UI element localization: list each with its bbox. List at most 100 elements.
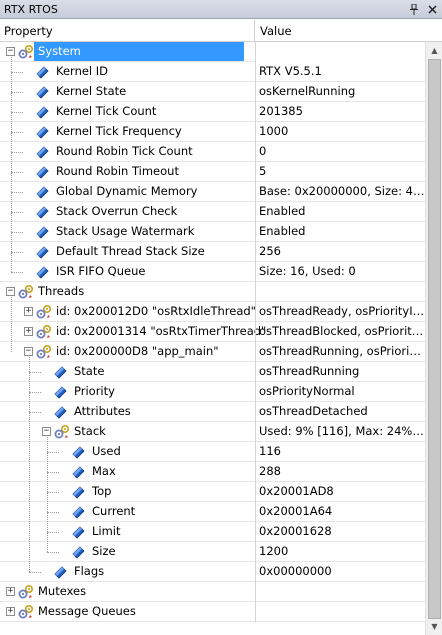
tree-row[interactable]: Limit 0x20001628 bbox=[0, 522, 425, 542]
value-cell[interactable]: 288 bbox=[255, 462, 425, 482]
property-cell[interactable]: − Threads bbox=[0, 282, 255, 302]
tree-row[interactable]: Used 116 bbox=[0, 442, 425, 462]
tree-row[interactable]: Max 288 bbox=[0, 462, 425, 482]
value-cell[interactable]: Enabled bbox=[255, 202, 425, 222]
property-cell[interactable]: Global Dynamic Memory bbox=[0, 182, 255, 202]
property-cell[interactable]: + Mutexes bbox=[0, 582, 255, 602]
property-cell[interactable]: Round Robin Timeout bbox=[0, 162, 255, 182]
property-cell[interactable]: Round Robin Tick Count bbox=[0, 142, 255, 162]
tree-row[interactable]: Top 0x20001AD8 bbox=[0, 482, 425, 502]
value-cell[interactable]: 0x20001AD8 bbox=[255, 482, 425, 502]
tree-row[interactable]: Kernel Tick Frequency 1000 bbox=[0, 122, 425, 142]
expand-icon[interactable]: + bbox=[6, 587, 15, 596]
property-cell[interactable]: Current bbox=[0, 502, 255, 522]
collapse-icon[interactable]: − bbox=[24, 347, 33, 356]
property-cell[interactable]: State bbox=[0, 362, 255, 382]
value-cell[interactable] bbox=[255, 602, 425, 622]
value-cell[interactable]: Base: 0x20000000, Size: 4096, ... bbox=[255, 182, 425, 202]
collapse-icon[interactable]: − bbox=[6, 287, 15, 296]
property-cell[interactable]: Default Thread Stack Size bbox=[0, 242, 255, 262]
property-cell[interactable]: Kernel Tick Frequency bbox=[0, 122, 255, 142]
property-cell[interactable]: Kernel Tick Count bbox=[0, 102, 255, 122]
tree-group-row[interactable]: + Message Queues bbox=[0, 602, 425, 622]
value-cell[interactable]: 116 bbox=[255, 442, 425, 462]
value-cell[interactable]: 0x20001A64 bbox=[255, 502, 425, 522]
property-cell[interactable]: Priority bbox=[0, 382, 255, 402]
tree-row[interactable]: Round Robin Timeout 5 bbox=[0, 162, 425, 182]
value-cell[interactable]: Size: 16, Used: 0 bbox=[255, 262, 425, 282]
vertical-scrollbar[interactable]: ▲ ▼ bbox=[425, 42, 442, 635]
value-cell[interactable]: 1200 bbox=[255, 542, 425, 562]
tree-row[interactable]: Flags 0x00000000 bbox=[0, 562, 425, 582]
property-tree[interactable]: − System Kernel ID RTX V5.5.1 Kernel Stat… bbox=[0, 42, 425, 635]
property-cell[interactable]: Kernel ID bbox=[0, 62, 255, 82]
expand-icon[interactable]: + bbox=[24, 307, 33, 316]
value-cell[interactable] bbox=[255, 282, 425, 302]
scrollbar-thumb[interactable] bbox=[428, 59, 441, 619]
tree-group-row[interactable]: − System bbox=[0, 42, 425, 62]
property-cell[interactable]: Used bbox=[0, 442, 255, 462]
tree-row[interactable]: − id: 0x200000D8 "app_main" osThreadRunni… bbox=[0, 342, 425, 362]
property-cell[interactable]: Stack Usage Watermark bbox=[0, 222, 255, 242]
tree-row[interactable]: Kernel ID RTX V5.5.1 bbox=[0, 62, 425, 82]
tree-group-row[interactable]: − Threads bbox=[0, 282, 425, 302]
property-cell[interactable]: − id: 0x200000D8 "app_main" bbox=[0, 342, 255, 362]
value-cell[interactable]: osThreadBlocked, osPriority... bbox=[255, 322, 425, 342]
property-cell[interactable]: Kernel State bbox=[0, 82, 255, 102]
property-cell[interactable]: Top bbox=[0, 482, 255, 502]
tree-row[interactable]: ISR FIFO Queue Size: 16, Used: 0 bbox=[0, 262, 425, 282]
property-cell[interactable]: Flags bbox=[0, 562, 255, 582]
expand-icon[interactable]: + bbox=[24, 327, 33, 336]
property-cell[interactable]: − Stack bbox=[0, 422, 255, 442]
tree-row[interactable]: Stack Overrun Check Enabled bbox=[0, 202, 425, 222]
value-column-header[interactable]: Value bbox=[255, 24, 292, 38]
value-cell[interactable]: osThreadRunning bbox=[255, 362, 425, 382]
property-cell[interactable]: Limit bbox=[0, 522, 255, 542]
value-cell[interactable]: 5 bbox=[255, 162, 425, 182]
value-cell[interactable]: 201385 bbox=[255, 102, 425, 122]
tree-row[interactable]: Stack Usage Watermark Enabled bbox=[0, 222, 425, 242]
value-cell[interactable]: RTX V5.5.1 bbox=[255, 62, 425, 82]
collapse-icon[interactable]: − bbox=[42, 427, 51, 436]
value-cell[interactable]: osThreadReady, osPriorityIdl... bbox=[255, 302, 425, 322]
property-cell[interactable]: + id: 0x20001314 "osRtxTimerThread" bbox=[0, 322, 266, 342]
tree-row[interactable]: Global Dynamic Memory Base: 0x20000000, S… bbox=[0, 182, 425, 202]
value-cell[interactable]: osKernelRunning bbox=[255, 82, 425, 102]
value-cell[interactable] bbox=[255, 42, 425, 62]
tree-group-row[interactable]: + Mutexes bbox=[0, 582, 425, 602]
tree-row[interactable]: State osThreadRunning bbox=[0, 362, 425, 382]
property-cell[interactable]: Stack Overrun Check bbox=[0, 202, 255, 222]
value-cell[interactable]: 0x20001628 bbox=[255, 522, 425, 542]
scroll-down-icon[interactable]: ▼ bbox=[426, 618, 442, 635]
pin-icon[interactable] bbox=[406, 1, 422, 17]
scroll-up-icon[interactable]: ▲ bbox=[426, 42, 442, 59]
value-cell[interactable]: 0x00000000 bbox=[255, 562, 425, 582]
value-cell[interactable]: 0 bbox=[255, 142, 425, 162]
tree-row[interactable]: Attributes osThreadDetached bbox=[0, 402, 425, 422]
value-cell[interactable] bbox=[255, 582, 425, 602]
tree-row[interactable]: − StackUsed: 9% [116], Max: 24% [288] bbox=[0, 422, 425, 442]
tree-row[interactable]: Kernel Tick Count 201385 bbox=[0, 102, 425, 122]
property-column-header[interactable]: Property bbox=[0, 20, 255, 41]
value-cell[interactable]: osThreadRunning, osPriority... bbox=[255, 342, 425, 362]
tree-row[interactable]: Size 1200 bbox=[0, 542, 425, 562]
value-cell[interactable]: 1000 bbox=[255, 122, 425, 142]
property-cell[interactable]: − System bbox=[0, 42, 255, 62]
tree-row[interactable]: + id: 0x200012D0 "osRtxIdleThread" osThre… bbox=[0, 302, 425, 322]
value-cell[interactable]: osPriorityNormal bbox=[255, 382, 425, 402]
value-cell[interactable]: osThreadDetached bbox=[255, 402, 425, 422]
tree-row[interactable]: Current 0x20001A64 bbox=[0, 502, 425, 522]
property-cell[interactable]: ISR FIFO Queue bbox=[0, 262, 255, 282]
tree-row[interactable]: Default Thread Stack Size 256 bbox=[0, 242, 425, 262]
property-cell[interactable]: + id: 0x200012D0 "osRtxIdleThread" bbox=[0, 302, 256, 322]
expand-icon[interactable]: + bbox=[6, 607, 15, 616]
tree-row[interactable]: + id: 0x20001314 "osRtxTimerThread" osThr… bbox=[0, 322, 425, 342]
tree-row[interactable]: Priority osPriorityNormal bbox=[0, 382, 425, 402]
collapse-icon[interactable]: − bbox=[6, 47, 15, 56]
value-cell[interactable]: Used: 9% [116], Max: 24% [288] bbox=[255, 422, 425, 442]
property-cell[interactable]: + Message Queues bbox=[0, 602, 255, 622]
property-cell[interactable]: Attributes bbox=[0, 402, 255, 422]
value-cell[interactable]: 256 bbox=[255, 242, 425, 262]
close-icon[interactable] bbox=[424, 1, 440, 17]
tree-row[interactable]: Kernel State osKernelRunning bbox=[0, 82, 425, 102]
